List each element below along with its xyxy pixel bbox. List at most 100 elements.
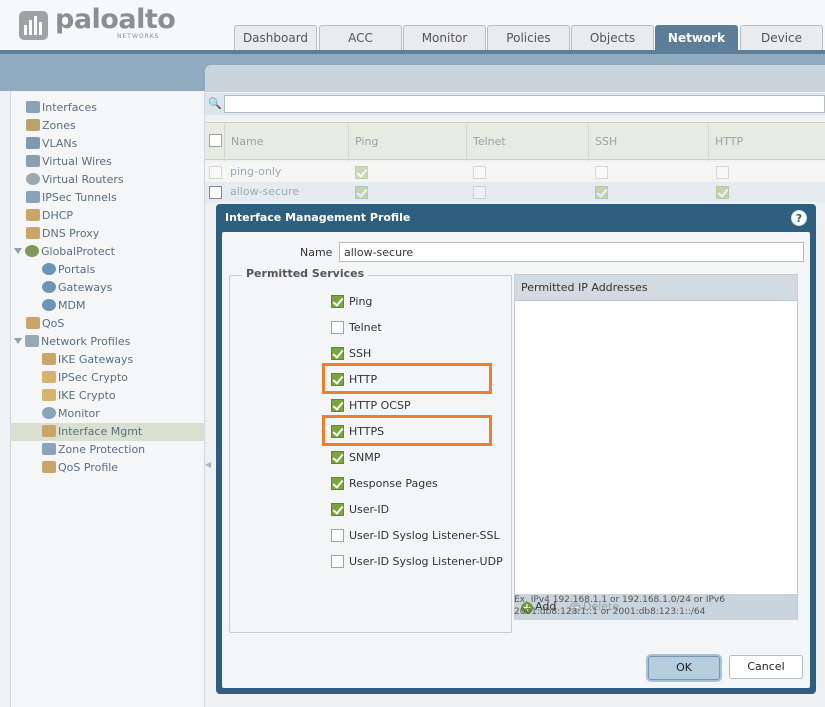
user-id-checkbox[interactable]	[331, 503, 344, 516]
sidebar-item-zone-protection[interactable]: Zone Protection	[42, 441, 145, 459]
ssh-check	[595, 185, 608, 199]
sidebar-item-globalprotect[interactable]: GlobalProtect	[14, 243, 115, 261]
sidebar-item-ike-crypto[interactable]: IKE Crypto	[42, 387, 116, 405]
service-user-id[interactable]: User-ID	[331, 502, 389, 518]
gateways-icon	[42, 281, 56, 293]
tab-dashboard[interactable]: Dashboard	[234, 25, 317, 50]
sidebar-item-portals[interactable]: Portals	[42, 261, 95, 279]
sidebar-item-ipsec-crypto[interactable]: IPSec Crypto	[42, 369, 128, 387]
tab-acc[interactable]: ACC	[319, 25, 402, 50]
service-snmp[interactable]: SNMP	[331, 450, 380, 466]
service-user-id-syslog-udp[interactable]: User-ID Syslog Listener-UDP	[331, 554, 503, 570]
qos-icon	[26, 317, 40, 329]
help-icon[interactable]: ?	[791, 210, 807, 226]
zone-protection-icon	[42, 443, 56, 455]
logo-wordmark: paloalto	[55, 4, 176, 35]
row-select-checkbox[interactable]	[209, 185, 222, 199]
dialog-title: Interface Management Profile	[225, 211, 411, 224]
vlans-icon	[26, 137, 40, 149]
row-name[interactable]: ping-only	[230, 162, 281, 182]
search-icon[interactable]: 🔍	[208, 97, 222, 110]
user-id-syslog-udp-checkbox[interactable]	[331, 555, 344, 568]
tab-policies[interactable]: Policies	[487, 25, 570, 50]
sidebar-item-virtual-wires[interactable]: Virtual Wires	[26, 153, 112, 171]
ipsec-tunnels-icon	[26, 191, 40, 203]
ike-gateways-icon	[42, 353, 56, 365]
col-header-name[interactable]: Name	[224, 123, 348, 161]
dhcp-icon	[26, 209, 40, 221]
sidebar-item-qos-profile[interactable]: QoS Profile	[42, 459, 118, 477]
col-header-ping[interactable]: Ping	[348, 123, 466, 161]
select-all-checkbox[interactable]	[209, 134, 222, 147]
sidebar-tree: Interfaces Zones VLANs Virtual Wires Vir…	[10, 91, 205, 707]
select-all-cell[interactable]	[205, 123, 225, 161]
http-ocsp-checkbox[interactable]	[331, 399, 344, 412]
row-select-checkbox[interactable]	[209, 165, 222, 179]
permitted-services-legend: Permitted Services	[242, 267, 369, 280]
lock-icon	[42, 371, 56, 383]
paloalto-logo: paloalto NETWORKS	[19, 4, 176, 43]
splitter-handle[interactable]: ◀	[205, 460, 211, 474]
sidebar-item-network-profiles[interactable]: Network Profiles	[14, 333, 130, 351]
snmp-checkbox[interactable]	[331, 451, 344, 464]
response-pages-checkbox[interactable]	[331, 477, 344, 490]
telnet-checkbox[interactable]	[331, 321, 344, 334]
table-row[interactable]: ping-only	[205, 162, 825, 182]
virtual-wires-icon	[26, 155, 40, 167]
sidebar-item-ipsec-tunnels[interactable]: IPSec Tunnels	[26, 189, 117, 207]
sidebar-item-qos[interactable]: QoS	[26, 315, 64, 333]
cancel-button[interactable]: Cancel	[729, 655, 803, 679]
user-id-syslog-ssl-checkbox[interactable]	[331, 529, 344, 542]
sidebar-item-monitor[interactable]: Monitor	[42, 405, 100, 423]
sidebar-item-interface-mgmt[interactable]: Interface Mgmt	[11, 423, 204, 441]
row-name[interactable]: allow-secure	[230, 182, 299, 202]
interfaces-icon	[26, 101, 40, 113]
col-header-http[interactable]: HTTP	[708, 123, 825, 161]
qos-profile-icon	[42, 461, 56, 473]
service-telnet[interactable]: Telnet	[331, 320, 382, 336]
tab-device[interactable]: Device	[740, 25, 823, 50]
permitted-ip-header: Permitted IP Addresses	[515, 275, 797, 301]
service-user-id-syslog-ssl[interactable]: User-ID Syslog Listener-SSL	[331, 528, 500, 544]
ping-checkbox[interactable]	[331, 295, 344, 308]
service-ping[interactable]: Ping	[331, 294, 372, 310]
sidebar-item-ike-gateways[interactable]: IKE Gateways	[42, 351, 133, 369]
expand-triangle-icon[interactable]	[14, 248, 22, 254]
filter-input[interactable]	[224, 95, 825, 113]
expand-triangle-icon[interactable]	[14, 338, 22, 344]
content-header-cap	[205, 65, 825, 92]
network-profiles-icon	[25, 335, 39, 347]
sidebar-item-dns-proxy[interactable]: DNS Proxy	[26, 225, 99, 243]
sidebar-item-interfaces[interactable]: Interfaces	[26, 99, 97, 117]
service-response-pages[interactable]: Response Pages	[331, 476, 438, 492]
table-row[interactable]: allow-secure	[205, 182, 825, 202]
ssh-checkbox[interactable]	[331, 347, 344, 360]
tab-network[interactable]: Network	[655, 25, 738, 50]
logo-bars-icon	[19, 11, 48, 40]
ssh-check	[595, 165, 608, 179]
http-check	[716, 165, 729, 179]
sidebar-item-mdm[interactable]: MDM	[42, 297, 85, 315]
tab-monitor[interactable]: Monitor	[403, 25, 486, 50]
name-input[interactable]	[339, 242, 804, 262]
sidebar-item-gateways[interactable]: Gateways	[42, 279, 112, 297]
http-highlight-box	[322, 363, 492, 394]
zones-icon	[26, 119, 40, 131]
tab-objects[interactable]: Objects	[571, 25, 654, 50]
sidebar-item-vlans[interactable]: VLANs	[26, 135, 77, 153]
service-ssh[interactable]: SSH	[331, 346, 371, 362]
col-header-ssh[interactable]: SSH	[588, 123, 708, 161]
service-http-ocsp[interactable]: HTTP OCSP	[331, 398, 411, 414]
sidebar-item-zones[interactable]: Zones	[26, 117, 76, 135]
header-band-accent	[0, 50, 825, 54]
sidebar-item-virtual-routers[interactable]: Virtual Routers	[26, 171, 124, 189]
col-header-telnet[interactable]: Telnet	[466, 123, 588, 161]
interface-mgmt-icon	[42, 425, 56, 437]
ok-button[interactable]: OK	[648, 656, 720, 680]
name-label: Name	[300, 246, 333, 259]
interface-mgmt-dialog: Interface Management Profile ? Name Perm…	[216, 204, 816, 694]
ip-example-hint: Ex. IPv4 192.168.1.1 or 192.168.1.0/24 o…	[514, 595, 725, 617]
dns-proxy-icon	[26, 227, 40, 239]
sidebar-item-dhcp[interactable]: DHCP	[26, 207, 73, 225]
permitted-ip-panel: Permitted IP Addresses + Add − Delete	[514, 274, 798, 620]
